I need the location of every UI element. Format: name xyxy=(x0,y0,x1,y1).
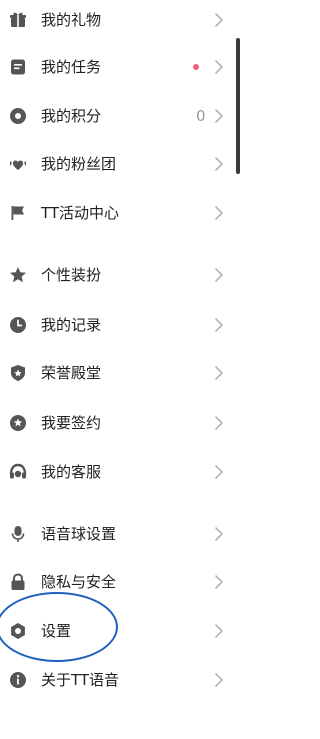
highlight-circle-annotation xyxy=(0,592,118,662)
chevron-right-icon xyxy=(213,672,225,688)
menu-item-my-tasks[interactable]: 我的任务 xyxy=(0,47,240,87)
chevron-right-icon xyxy=(213,156,225,172)
menu-item-label: 语音球设置 xyxy=(41,525,117,543)
menu-item-my-gifts[interactable]: 我的礼物 xyxy=(0,0,240,40)
points-icon xyxy=(9,107,27,125)
menu-item-label: 关于TT语音 xyxy=(41,671,120,689)
chevron-right-icon xyxy=(213,365,225,381)
task-icon xyxy=(9,58,27,76)
menu-item-label: 我的粉丝团 xyxy=(41,155,117,173)
star-icon xyxy=(9,266,27,284)
info-icon xyxy=(9,671,27,689)
chevron-right-icon xyxy=(213,574,225,590)
chevron-right-icon xyxy=(213,59,225,75)
menu-item-hall-of-honor[interactable]: 荣誉殿堂 xyxy=(0,353,240,393)
chevron-right-icon xyxy=(213,108,225,124)
chevron-right-icon xyxy=(213,464,225,480)
flag-icon xyxy=(9,204,27,222)
chevron-right-icon xyxy=(213,526,225,542)
chevron-right-icon xyxy=(213,12,225,28)
menu-item-my-records[interactable]: 我的记录 xyxy=(0,305,240,345)
scrollbar[interactable] xyxy=(236,38,240,174)
badge-icon xyxy=(9,414,27,432)
menu-item-about[interactable]: 关于TT语音 xyxy=(0,660,240,700)
menu-item-my-points[interactable]: 我的积分 0 xyxy=(0,96,240,136)
chevron-right-icon xyxy=(213,317,225,333)
lock-icon xyxy=(9,573,27,591)
menu-item-label: 我的积分 xyxy=(41,107,102,125)
headset-icon xyxy=(9,463,27,481)
gift-icon xyxy=(9,11,27,29)
menu-item-activity-center[interactable]: TT活动中心 xyxy=(0,193,240,233)
microphone-icon xyxy=(9,525,27,543)
shield-icon xyxy=(9,364,27,382)
fan-club-icon xyxy=(9,155,27,173)
menu-item-label: 我的客服 xyxy=(41,463,102,481)
menu-item-sign-contract[interactable]: 我要签约 xyxy=(0,403,240,443)
menu-item-label: 我要签约 xyxy=(41,414,102,432)
menu-item-label: 隐私与安全 xyxy=(41,573,117,591)
notification-dot xyxy=(193,64,199,70)
chevron-right-icon xyxy=(213,267,225,283)
menu-item-label: 我的礼物 xyxy=(41,11,102,29)
menu-item-customer-service[interactable]: 我的客服 xyxy=(0,452,240,492)
menu-item-voice-ball-settings[interactable]: 语音球设置 xyxy=(0,514,240,554)
menu-item-label: 我的任务 xyxy=(41,58,102,76)
menu-item-label: 个性装扮 xyxy=(41,266,102,284)
chevron-right-icon xyxy=(213,623,225,639)
chevron-right-icon xyxy=(213,415,225,431)
menu-item-label: 我的记录 xyxy=(41,316,102,334)
menu-item-label: 荣誉殿堂 xyxy=(41,364,102,382)
chevron-right-icon xyxy=(213,205,225,221)
clock-icon xyxy=(9,316,27,334)
menu-item-personalize[interactable]: 个性装扮 xyxy=(0,255,240,295)
points-count: 0 xyxy=(196,107,206,125)
menu-item-fan-club[interactable]: 我的粉丝团 xyxy=(0,144,240,184)
menu-item-label: TT活动中心 xyxy=(41,204,120,222)
